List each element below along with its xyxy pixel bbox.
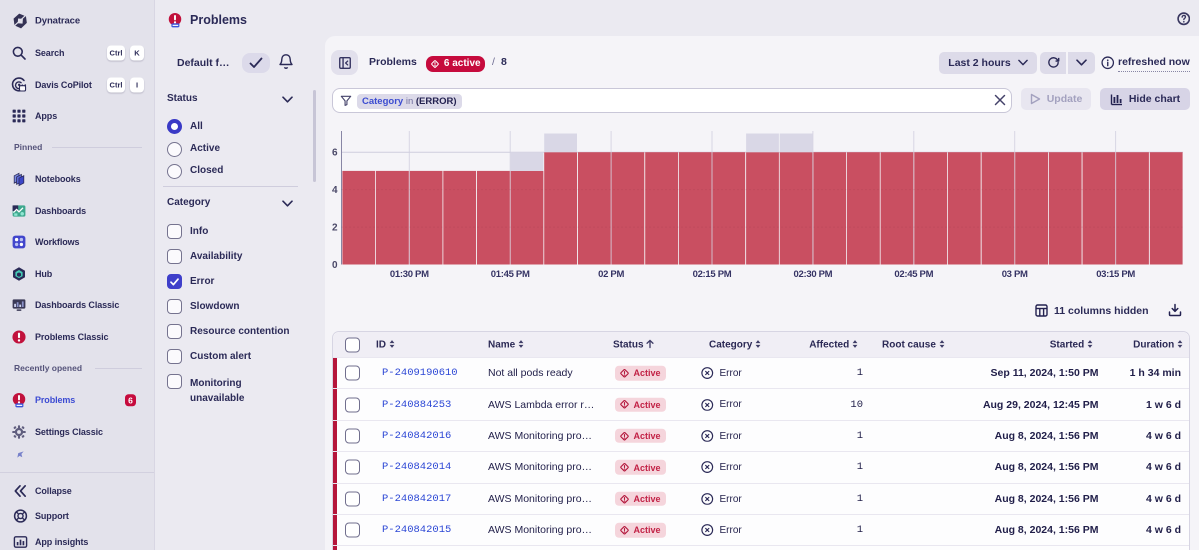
svg-text:02:15 PM: 02:15 PM <box>693 269 732 280</box>
svg-text:03:15 PM: 03:15 PM <box>1096 269 1135 280</box>
svg-text:2: 2 <box>332 223 338 234</box>
svg-text:01:30 PM: 01:30 PM <box>390 269 429 280</box>
svg-text:02:45 PM: 02:45 PM <box>894 269 933 280</box>
svg-text:4: 4 <box>332 185 338 196</box>
svg-text:03 PM: 03 PM <box>1002 269 1028 280</box>
svg-text:02 PM: 02 PM <box>598 269 624 280</box>
svg-text:02:30 PM: 02:30 PM <box>794 269 833 280</box>
svg-text:0: 0 <box>332 260 338 271</box>
svg-text:6: 6 <box>332 148 338 159</box>
svg-text:01:45 PM: 01:45 PM <box>491 269 530 280</box>
